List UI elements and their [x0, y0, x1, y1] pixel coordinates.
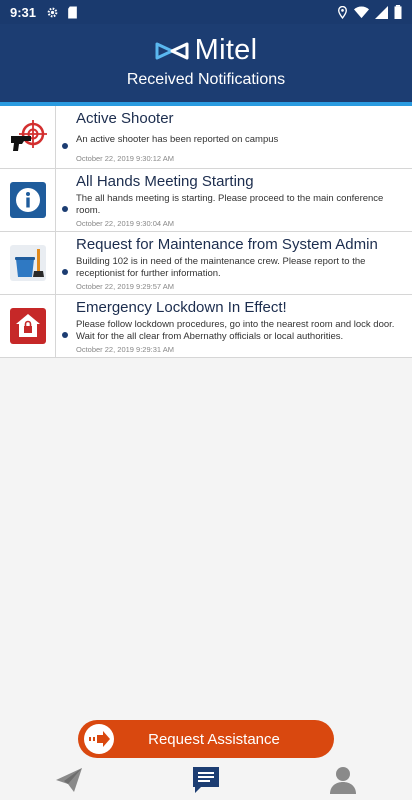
notification-timestamp: October 22, 2019 9:29:31 AM — [76, 345, 174, 354]
arrow-circle-icon — [84, 724, 114, 754]
notification-row[interactable]: All Hands Meeting Starting The all hands… — [0, 169, 412, 232]
notification-row[interactable]: Emergency Lockdown In Effect! Please fol… — [0, 295, 412, 358]
notification-timestamp: October 22, 2019 9:30:12 AM — [76, 154, 174, 163]
status-bar: 9:31 — [0, 0, 412, 24]
nav-profile[interactable] — [323, 762, 363, 798]
notification-icon-cell — [0, 169, 56, 231]
brand: Mitel — [0, 24, 412, 67]
notification-message: Please follow lockdown procedures, go in… — [76, 319, 395, 342]
status-time: 9:31 — [10, 4, 37, 20]
notification-title: Request for Maintenance from System Admi… — [76, 236, 378, 253]
notification-row[interactable]: Request for Maintenance from System Admi… — [0, 232, 412, 295]
notification-title: All Hands Meeting Starting — [76, 173, 254, 190]
unread-dot — [62, 143, 68, 149]
notification-row[interactable]: Active Shooter An active shooter has bee… — [0, 106, 412, 169]
unread-dot — [62, 269, 68, 275]
request-assistance-label: Request Assistance — [148, 730, 280, 748]
notification-icon-cell — [0, 232, 56, 294]
bottom-nav — [0, 760, 412, 800]
signal-icon — [375, 5, 388, 19]
messages-icon — [192, 767, 219, 793]
notification-message: The all hands meeting is starting. Pleas… — [76, 193, 384, 216]
gear-icon — [47, 7, 58, 17]
unread-dot — [62, 332, 68, 338]
lockdown-house-icon — [9, 308, 46, 344]
notification-icon-cell — [0, 295, 56, 357]
sd-card-icon — [68, 6, 77, 18]
notification-message: An active shooter has been reported on c… — [76, 134, 279, 145]
page-title: Received Notifications — [126, 71, 286, 88]
profile-icon — [330, 767, 357, 794]
battery-icon — [394, 5, 402, 19]
notification-list: Active Shooter An active shooter has bee… — [0, 106, 412, 358]
notification-title: Emergency Lockdown In Effect! — [76, 299, 287, 316]
wifi-icon — [354, 6, 369, 18]
target-gun-icon — [10, 120, 47, 151]
mitel-logo-icon — [155, 42, 189, 59]
nav-send[interactable] — [49, 762, 89, 798]
notification-title: Active Shooter — [76, 110, 174, 127]
unread-dot — [62, 206, 68, 212]
location-icon — [338, 5, 347, 19]
brand-name: Mitel — [194, 34, 258, 66]
notification-icon-cell — [0, 106, 56, 168]
nav-messages[interactable] — [186, 762, 226, 798]
maintenance-bucket-icon — [9, 245, 46, 281]
notification-timestamp: October 22, 2019 9:29:57 AM — [76, 282, 174, 291]
info-icon — [9, 182, 46, 218]
notification-message: Building 102 is in need of the maintenan… — [76, 256, 366, 279]
app-header: Mitel Received Notifications — [0, 24, 412, 102]
send-icon — [55, 768, 82, 792]
request-assistance-button[interactable]: Request Assistance — [78, 720, 334, 758]
notification-timestamp: October 22, 2019 9:30:04 AM — [76, 219, 174, 228]
